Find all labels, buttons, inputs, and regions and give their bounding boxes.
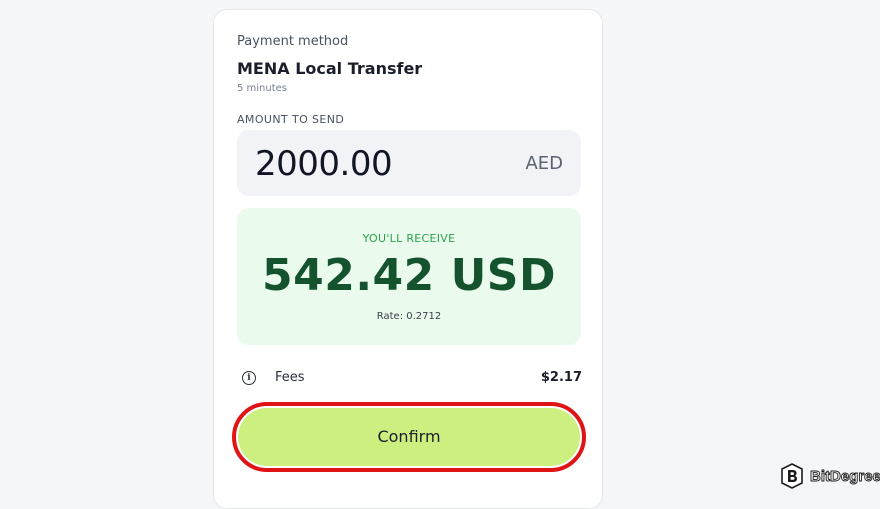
- bitdegree-logo: [781, 463, 803, 489]
- info-icon[interactable]: i: [242, 371, 256, 385]
- amount-input-box[interactable]: 2000.00 AED: [237, 130, 581, 196]
- confirm-button[interactable]: Confirm: [238, 408, 580, 466]
- payment-card: Payment method MENA Local Transfer 5 min…: [213, 9, 603, 509]
- receive-panel: YOU'LL RECEIVE 542.42 USD Rate: 0.2712: [237, 208, 581, 345]
- fees-row: i Fees $2.17: [242, 368, 582, 390]
- fees-label: Fees: [275, 370, 305, 385]
- amount-to-send-label: AMOUNT TO SEND: [237, 113, 345, 126]
- amount-to-send-value[interactable]: 2000.00: [255, 144, 393, 184]
- payment-method-name[interactable]: MENA Local Transfer: [237, 59, 422, 78]
- exchange-rate: Rate: 0.2712: [376, 311, 442, 322]
- payment-method-label: Payment method: [237, 34, 349, 49]
- bitdegree-watermark: BitDegree: [780, 462, 880, 490]
- send-currency: AED: [525, 153, 563, 174]
- payment-method-eta: 5 minutes: [237, 83, 288, 94]
- fees-value: $2.17: [540, 370, 582, 385]
- receive-label: YOU'LL RECEIVE: [362, 232, 456, 245]
- receive-amount: 542.42 USD: [261, 250, 557, 301]
- bitdegree-text: BitDegree: [810, 467, 880, 485]
